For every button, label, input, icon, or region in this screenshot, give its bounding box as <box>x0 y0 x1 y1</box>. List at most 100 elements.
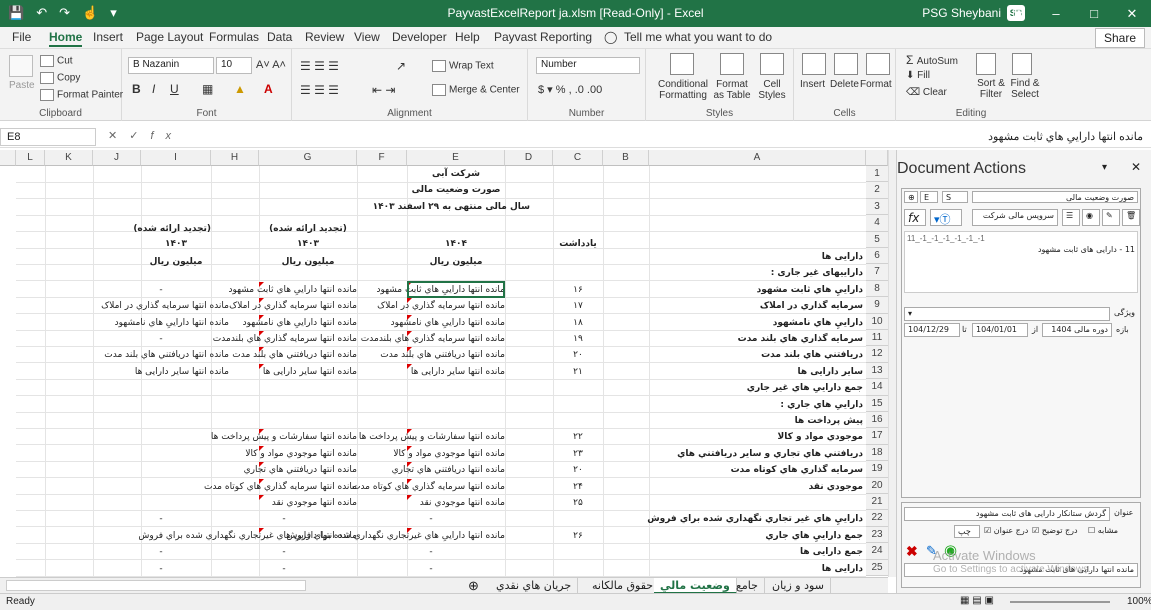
font-size-select[interactable]: 10 <box>216 57 252 74</box>
sheet-tab-profit-loss[interactable]: سود و زيان <box>766 578 831 594</box>
pane-close-icon[interactable]: ✕ <box>1131 160 1141 174</box>
grow-font-icon[interactable]: A˅ A˄ <box>256 59 286 71</box>
list-icon[interactable]: ☰ <box>1062 209 1080 226</box>
row-header[interactable]: 8 <box>866 280 888 298</box>
formula-buttons[interactable]: ✕✓fx <box>108 129 183 142</box>
account-label[interactable]: دارايی ها <box>649 561 863 577</box>
pane-options-icon[interactable]: ▾ <box>1102 162 1107 173</box>
account-label[interactable]: موجودي نقد <box>649 479 863 495</box>
account-label[interactable]: داراييِ هاي نامشهود <box>649 315 863 331</box>
explain-checkbox[interactable]: ☑ درج توضیح <box>1032 526 1078 535</box>
feature-select[interactable]: ▾ <box>904 307 1110 321</box>
company-select[interactable]: سرویس مالی شرکت <box>972 209 1058 226</box>
account-label[interactable]: دريافتني هاي بلند مدت <box>649 347 863 363</box>
tab-data[interactable]: Data <box>267 30 292 44</box>
row-header[interactable]: 22 <box>866 510 888 527</box>
column-header-i[interactable]: I <box>141 150 211 166</box>
note-number[interactable]: ۱۷ <box>553 298 603 314</box>
cell-styles-button[interactable]: Cell Styles <box>754 79 790 101</box>
account-label[interactable]: داراييِ هاي ثابت مشهود <box>649 282 863 298</box>
column-header-d[interactable]: D <box>505 150 553 166</box>
column-header-a[interactable]: A <box>649 150 866 166</box>
fx-icon[interactable]: fx <box>904 209 926 226</box>
value-g[interactable]: مانده انتها سرمايه گذاري در املاک <box>211 298 357 314</box>
value-g[interactable]: مانده انتها موجودي مواد و کالا <box>211 446 357 462</box>
sort-filter-button[interactable]: Sort & Filter <box>974 78 1008 100</box>
account-label[interactable]: جمع داراییِ هاي غير جاري <box>649 380 863 396</box>
value-g[interactable]: مانده انتها داراییِ هاي ثابت مشهود <box>211 282 357 298</box>
currency-icon[interactable]: $ ▾ % , .0 .00 <box>538 83 602 96</box>
row-header[interactable]: 21 <box>866 494 888 511</box>
row-header[interactable]: 7 <box>866 264 888 281</box>
font-color-icon[interactable]: A <box>264 82 273 96</box>
year-g[interactable]: ۱۴۰۳ <box>259 236 357 252</box>
value-g[interactable]: - <box>211 561 357 577</box>
report-title[interactable]: صورت وضعيت مالی <box>407 182 505 198</box>
combo-b[interactable]: S <box>942 191 968 203</box>
row-header[interactable]: 17 <box>866 428 888 445</box>
close-icon[interactable]: ✕ <box>1113 0 1151 27</box>
note-number[interactable]: ۲۴ <box>553 479 603 495</box>
underline-icon[interactable]: U <box>170 82 179 96</box>
combo-a[interactable]: E <box>920 191 938 203</box>
restated-i[interactable]: (تجديد ارائه شده) <box>133 221 211 237</box>
value-e[interactable]: مانده انتها سایر دارایی ها <box>357 364 505 380</box>
row-header[interactable]: 6 <box>866 248 888 265</box>
autosum-button[interactable]: Σ AutoSum <box>906 53 958 67</box>
value-i[interactable]: - <box>93 544 229 560</box>
value-e[interactable]: مانده انتها دريافتني هاي بلند مدت <box>357 347 505 363</box>
paste-button[interactable]: Paste <box>9 80 35 91</box>
date-to-input[interactable]: 104/12/29 <box>904 323 960 337</box>
similar-checkbox[interactable]: ☐ مشابه <box>1088 526 1118 535</box>
value-i[interactable]: مانده انتها سرمايه گذاري در املاک <box>93 298 229 314</box>
account-label[interactable]: دارايیِ هاي جاري : <box>649 397 863 413</box>
find-select-button[interactable]: Find & Select <box>1008 78 1042 100</box>
fill-color-icon[interactable]: ▲ <box>234 82 246 96</box>
account-label[interactable]: سرمايه گذاري هاي بلند مدت <box>649 331 863 347</box>
share-button[interactable]: Share <box>1094 28 1145 48</box>
value-g[interactable]: - <box>211 511 357 527</box>
account-label[interactable]: جمع دارايی ها <box>649 544 863 560</box>
row-header[interactable]: 11 <box>866 330 888 347</box>
horizontal-scrollbar[interactable] <box>6 580 306 591</box>
align-top-icon[interactable]: ☰ ☰ ☰ <box>300 59 339 73</box>
value-e[interactable]: - <box>357 561 505 577</box>
date-from-input[interactable]: 104/01/01 <box>972 323 1028 337</box>
delete-button[interactable]: Delete <box>830 79 859 90</box>
cut-button[interactable]: Cut <box>40 55 73 67</box>
value-g[interactable]: مانده انتها سرمايه گذاري هاي بلندمدت <box>211 331 357 347</box>
format-button[interactable]: Format <box>860 79 892 90</box>
copy-button[interactable]: Copy <box>40 72 80 84</box>
row-header[interactable]: 4 <box>866 215 888 232</box>
note-number[interactable]: ۱۹ <box>553 331 603 347</box>
merge-center-button[interactable]: Merge & Center <box>432 84 520 96</box>
italic-icon[interactable]: I <box>152 82 155 96</box>
title-input[interactable]: گردش ستانکار دارایی های ثابت مشهود <box>904 507 1110 521</box>
account-label[interactable]: دارايی ها <box>649 249 863 265</box>
sheet-tab-equity[interactable]: حقوق مالکانه <box>586 578 661 594</box>
account-tree[interactable]: 11_-1_-1_-1_-1_-1_-1 11 - دارایی های ثاب… <box>904 231 1138 293</box>
target-icon[interactable]: ⊕ <box>904 191 918 203</box>
value-g[interactable]: مانده انتها دريافتني هاي تجاري <box>211 462 357 478</box>
value-g[interactable]: مانده انتها سرمايه گذاري هاي کوتاه مدت <box>204 479 357 495</box>
value-e[interactable]: - <box>357 511 505 527</box>
row-header[interactable]: 19 <box>866 461 888 478</box>
row-header[interactable]: 10 <box>866 313 888 330</box>
note-number[interactable]: ۲۰ <box>553 347 603 363</box>
account-label[interactable]: پيش پرداخت ها <box>649 413 863 429</box>
value-i[interactable]: مانده انتها داراییِ هاي نامشهود <box>93 315 229 331</box>
note-number[interactable]: ۱۶ <box>553 282 603 298</box>
year-i[interactable]: ۱۴۰۳ <box>141 236 211 252</box>
column-header-h[interactable]: H <box>211 150 259 166</box>
tab-developer[interactable]: Developer <box>392 30 447 44</box>
value-g[interactable]: - <box>211 544 357 560</box>
value-e[interactable]: مانده انتها سرمايه گذاري در املاک <box>357 298 505 314</box>
value-e[interactable]: مانده انتها سفارشات و پيش پرداخت ها <box>357 429 505 445</box>
value-g[interactable]: مانده انتها داراییِ هاي غيرتجاري نگهداري… <box>138 528 357 544</box>
account-label[interactable]: داراييِ هاي غير تجاري نگهداري شده براي ف… <box>647 511 863 527</box>
value-e[interactable]: مانده انتها موجودي مواد و کالا <box>357 446 505 462</box>
tab-payvast-reporting[interactable]: Payvast Reporting <box>494 30 592 44</box>
value-i[interactable]: مانده انتها سایر دارایی ها <box>93 364 229 380</box>
tab-view[interactable]: View <box>354 30 380 44</box>
account-label[interactable]: جمع داراييِ هاي جاري <box>649 528 863 544</box>
